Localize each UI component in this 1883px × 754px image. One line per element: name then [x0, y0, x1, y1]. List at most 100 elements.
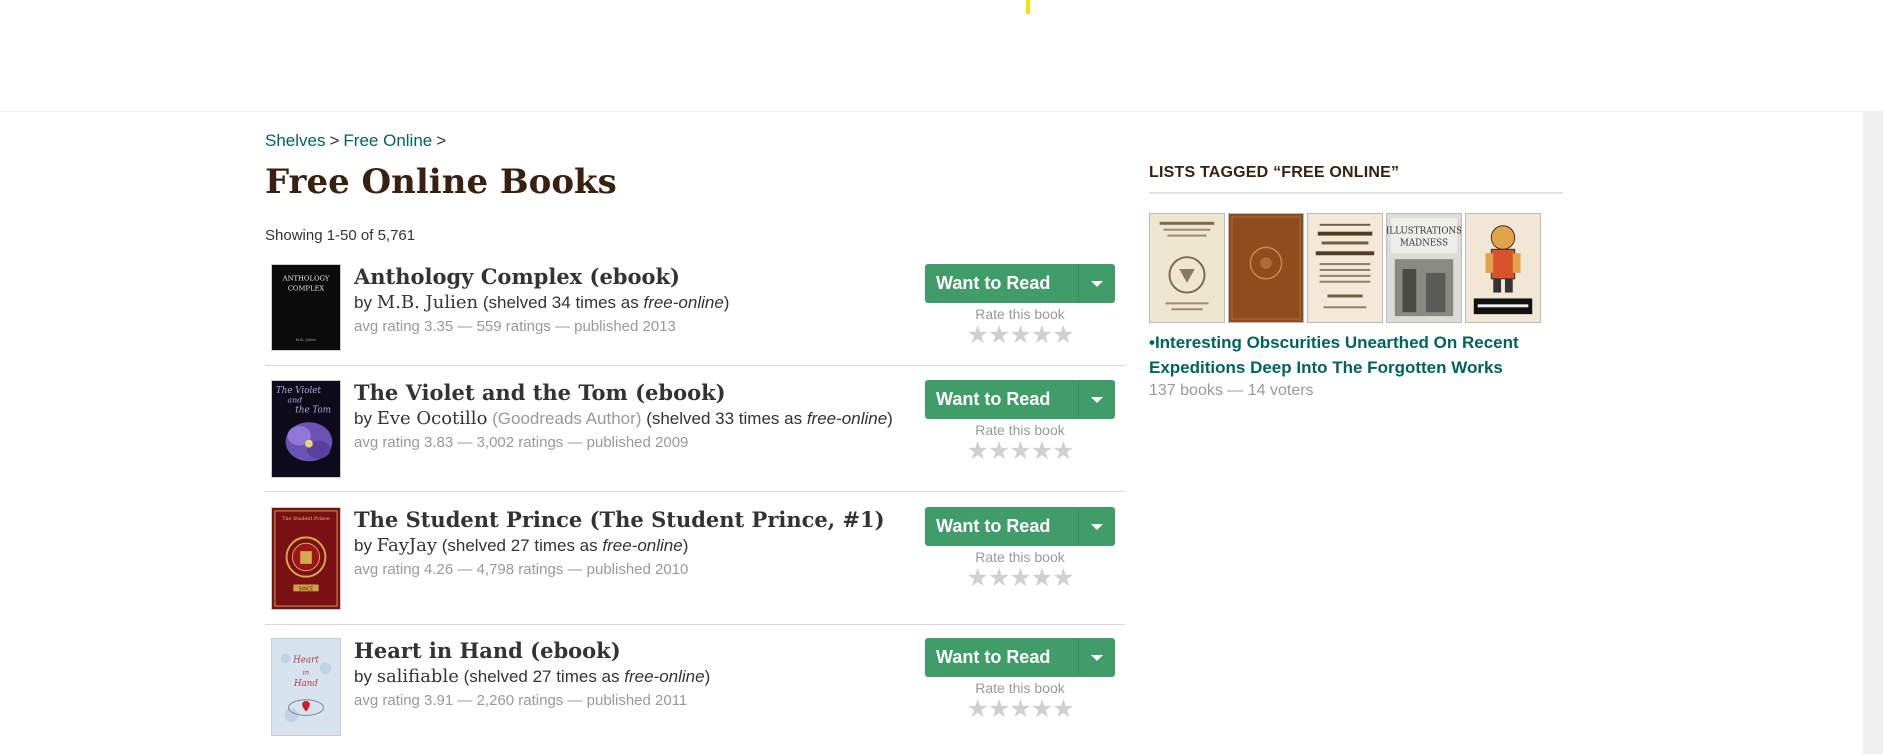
row-divider — [265, 491, 1125, 492]
thumbnail-book-cover — [1229, 214, 1303, 322]
book-row: ANTHOLOGY COMPLEX M.B. Julien Anthology … — [265, 264, 1125, 380]
want-to-read-button[interactable]: Want to Read — [925, 638, 1115, 677]
shelf-name: free-online — [624, 667, 705, 686]
book-title-link[interactable]: Heart in Hand (ebook) — [354, 638, 710, 663]
shelved-prefix: (shelved 33 times as — [646, 409, 803, 428]
shelf-name: free-online — [643, 293, 724, 312]
book-info: The Student Prince (The Student Prince, … — [354, 507, 885, 578]
author-link[interactable]: M.B. Julien — [377, 292, 478, 313]
by-label: by — [354, 536, 372, 555]
cover-image-anthology-complex: ANTHOLOGY COMPLEX M.B. Julien — [272, 265, 340, 350]
svg-text:SINCE: SINCE — [299, 586, 314, 592]
list-meta: 137 books — 14 voters — [1149, 382, 1314, 399]
shelf-dropdown-arrow-icon[interactable] — [1079, 638, 1115, 677]
page-scrollbar[interactable] — [1863, 112, 1883, 754]
author-link[interactable]: Eve Ocotillo — [377, 408, 488, 429]
shelved-suffix: ) — [887, 409, 893, 428]
want-to-read-button[interactable]: Want to Read — [925, 507, 1115, 546]
breadcrumb-separator: > — [329, 131, 340, 150]
book-info: Heart in Hand (ebook) by salifiable (she… — [354, 638, 710, 709]
breadcrumb-shelves-link[interactable]: Shelves — [265, 131, 325, 150]
shelf-dropdown-arrow-icon[interactable] — [1079, 264, 1115, 303]
sidebar-divider — [1149, 192, 1563, 194]
svg-text:the Tom: the Tom — [295, 405, 331, 415]
book-title-link[interactable]: The Student Prince (The Student Prince, … — [354, 507, 885, 532]
svg-text:MADNESS: MADNESS — [1400, 238, 1448, 248]
star-rating-icon[interactable]: ★★★★★ — [925, 323, 1115, 348]
thumbnail-book-cover — [1466, 214, 1540, 322]
book-row: The Violet and the Tom The Violet and th… — [265, 380, 1125, 496]
svg-text:The Violet: The Violet — [276, 386, 322, 396]
breadcrumb-separator: > — [436, 131, 447, 150]
shelved-suffix: ) — [704, 667, 711, 686]
shelved-count: (shelved 27 times as free-online) — [464, 667, 711, 686]
shelved-suffix: ) — [723, 293, 730, 312]
list-thumbnail[interactable] — [1149, 213, 1225, 323]
list-thumbnail[interactable] — [1465, 213, 1541, 323]
book-cover[interactable]: Heart in Hand — [271, 638, 341, 736]
want-to-read-label[interactable]: Want to Read — [925, 507, 1079, 546]
book-cover[interactable]: The Student Prince SINCE — [271, 507, 341, 610]
shelved-suffix: ) — [682, 536, 689, 555]
want-to-read-label[interactable]: Want to Read — [925, 264, 1079, 303]
list-title-link[interactable]: •Interesting Obscurities Unearthed On Re… — [1149, 330, 1563, 380]
book-title-link[interactable]: The Violet and the Tom (ebook) — [354, 380, 893, 405]
breadcrumb: Shelves > Free Online > — [265, 131, 450, 151]
list-thumbnail[interactable]: ILLUSTRATIONS MADNESS — [1386, 213, 1462, 323]
book-author-line: by salifiable (shelved 27 times as free-… — [354, 666, 710, 687]
author-link[interactable]: FayJay — [377, 535, 437, 556]
want-to-read-label[interactable]: Want to Read — [925, 380, 1079, 419]
svg-text:ANTHOLOGY: ANTHOLOGY — [282, 275, 330, 283]
book-cover[interactable]: ANTHOLOGY COMPLEX M.B. Julien — [271, 264, 341, 351]
row-divider — [265, 365, 1125, 366]
list-thumbnail[interactable] — [1307, 213, 1383, 323]
book-cover[interactable]: The Violet and the Tom — [271, 380, 341, 478]
shelved-prefix: (shelved 27 times as — [441, 536, 598, 555]
rate-label: Rate this book — [975, 680, 1065, 696]
shelved-count: (shelved 34 times as free-online) — [483, 293, 730, 312]
header-highlight-mark — [1026, 0, 1030, 14]
want-to-read-button[interactable]: Want to Read — [925, 380, 1115, 419]
results-count: Showing 1-50 of 5,761 — [265, 227, 416, 244]
list-thumbnail[interactable] — [1228, 213, 1304, 323]
star-rating-icon[interactable]: ★★★★★ — [925, 566, 1115, 591]
want-to-read-button[interactable]: Want to Read — [925, 264, 1115, 303]
rate-this-book: Rate this book ★★★★★ — [925, 680, 1115, 722]
shelved-prefix: (shelved 27 times as — [463, 667, 620, 686]
want-to-read-label[interactable]: Want to Read — [925, 638, 1079, 677]
cover-image-student-prince: The Student Prince SINCE — [272, 508, 340, 609]
book-meta: avg rating 3.91 — 2,260 ratings — publis… — [354, 692, 688, 709]
rate-label: Rate this book — [975, 306, 1065, 322]
book-meta: avg rating 3.35 — 559 ratings — publishe… — [354, 318, 676, 335]
star-rating-icon[interactable]: ★★★★★ — [925, 697, 1115, 722]
shelf-dropdown-arrow-icon[interactable] — [1079, 380, 1115, 419]
list-cover-thumbnails[interactable]: ILLUSTRATIONS MADNESS — [1149, 213, 1541, 323]
thumbnail-book-cover — [1150, 214, 1224, 322]
lists-tagged-heading: LISTS TAGGED “FREE ONLINE” — [1149, 164, 1400, 181]
star-rating-icon[interactable]: ★★★★★ — [925, 439, 1115, 464]
breadcrumb-free-online-link[interactable]: Free Online — [343, 131, 432, 150]
svg-text:in: in — [303, 668, 310, 676]
book-title-link[interactable]: Anthology Complex (ebook) — [354, 264, 729, 289]
thumbnail-book-cover — [1308, 214, 1382, 322]
book-row: The Student Prince SINCE The Student Pri… — [265, 507, 1125, 623]
book-meta: avg rating 4.26 — 4,798 ratings — publis… — [354, 561, 689, 578]
svg-text:M.B. Julien: M.B. Julien — [296, 337, 317, 342]
svg-text:and: and — [288, 396, 303, 405]
goodreads-author-badge: (Goodreads Author) — [492, 409, 642, 428]
top-header-bar — [0, 0, 1883, 112]
by-label: by — [354, 293, 372, 312]
svg-text:COMPLEX: COMPLEX — [288, 284, 325, 292]
shelf-name: free-online — [806, 409, 888, 428]
book-info: The Violet and the Tom (ebook) by Eve Oc… — [354, 380, 893, 451]
shelf-dropdown-arrow-icon[interactable] — [1079, 507, 1115, 546]
book-row: Heart in Hand Heart in Hand (ebook) by s… — [265, 638, 1125, 754]
author-link[interactable]: salifiable — [377, 666, 459, 687]
book-author-line: by FayJay (shelved 27 times as free-onli… — [354, 535, 885, 556]
book-info: Anthology Complex (ebook) by M.B. Julien… — [354, 264, 729, 335]
page-title: Free Online Books — [265, 162, 617, 202]
row-divider — [265, 624, 1125, 625]
by-label: by — [354, 667, 372, 686]
rate-label: Rate this book — [975, 549, 1065, 565]
shelved-prefix: (shelved 34 times as — [482, 293, 639, 312]
